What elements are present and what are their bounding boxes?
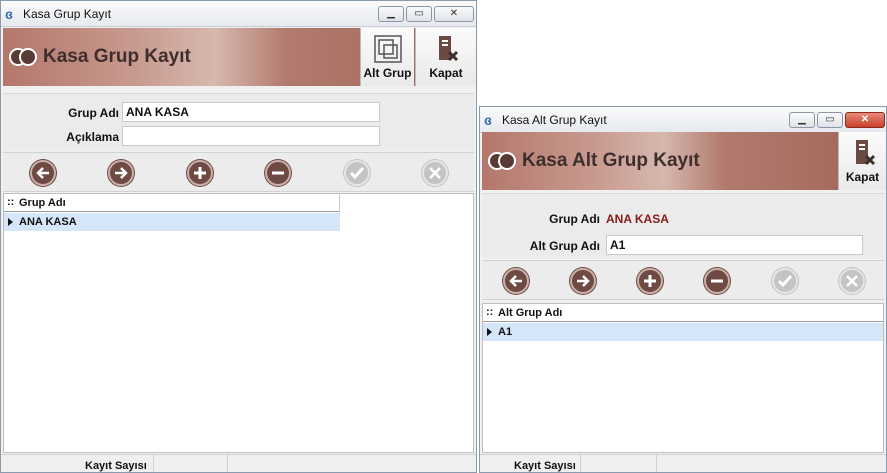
footer-cell: Kayıt Sayısı [1,455,154,472]
footer-count-cell [154,455,228,472]
table-row[interactable]: A1 [483,323,883,341]
close-icon[interactable]: ✕ [845,112,885,128]
alt-grup-adi-label: Alt Grup Adı [529,239,600,253]
aciklama-input[interactable] [122,126,380,146]
window-title: Kasa Alt Grup Kayıt [502,113,607,127]
grid-header[interactable]: :: Grup Adı [4,194,340,212]
kasa-alt-grup-kayit-window: ɞ Kasa Alt Grup Kayıt ▁ ▭ ✕ Kasa Alt Gru… [479,106,887,473]
exit-door-icon [439,36,459,62]
alt-grup-adi-column-header[interactable]: Alt Grup Adı [498,307,562,319]
row-pointer-icon [487,328,492,336]
window-title: Kasa Grup Kayıt [23,7,112,21]
header-banner: Kasa Grup Kayıt Alt Grup Kapat [3,28,476,86]
subgroup-icon [373,35,402,63]
table-row[interactable]: ANA KASA [4,213,340,231]
brand-logo-icon [488,152,518,170]
aciklama-label: Açıklama [66,130,119,144]
data-grid[interactable]: :: Alt Grup Adı A1 [482,303,884,453]
remove-icon[interactable] [704,268,730,294]
title-bar[interactable]: ɞ Kasa Grup Kayıt ▁ ▭ ✕ [1,1,476,27]
alt-grup-button[interactable]: Alt Grup [360,28,414,86]
grup-adi-label: Grup Adı [549,212,600,226]
grup-adi-label: Grup Adı [68,106,119,120]
maximize-icon[interactable]: ▭ [817,112,843,128]
kayit-sayisi-label: Kayıt Sayısı [85,460,147,472]
footer-count-cell [581,455,657,472]
add-icon[interactable] [187,160,213,186]
app-icon: ɞ [484,112,492,128]
remove-icon[interactable] [265,160,291,186]
next-arrow-icon[interactable] [108,160,134,186]
cancel-x-icon[interactable] [422,160,448,186]
grup-adi-column-header[interactable]: Grup Adı [19,197,66,209]
alt-grup-adi-input[interactable]: A1 [606,235,863,255]
footer-bar: Kayıt Sayısı [1,454,476,472]
footer-cell: Kayıt Sayısı [480,455,581,472]
kayit-sayisi-label: Kayıt Sayısı [514,460,576,472]
grup-adi-value: ANA KASA [606,212,669,226]
kapat-label: Kapat [429,66,463,80]
maximize-icon[interactable]: ▭ [406,6,432,22]
grid-header-dots: :: [486,306,494,318]
form-panel: Grup Adı ANA KASA Alt Grup Adı A1 [482,193,884,258]
exit-door-icon [855,140,875,166]
page-title: Kasa Grup Kayıt [43,46,191,67]
kapat-label: Kapat [845,170,880,184]
kasa-grup-kayit-window: ɞ Kasa Grup Kayıt ▁ ▭ ✕ Kasa Grup Kayıt … [0,0,477,473]
footer-bar: Kayıt Sayısı [480,454,886,472]
header-banner: Kasa Alt Grup Kayıt Kapat [482,132,886,190]
navigation-toolbar [3,152,474,192]
app-icon: ɞ [5,6,13,22]
close-icon[interactable]: ✕ [434,6,474,22]
minimize-icon[interactable]: ▁ [378,6,404,22]
prev-arrow-icon[interactable] [30,160,56,186]
cancel-x-icon[interactable] [839,268,865,294]
grup-adi-cell: ANA KASA [19,216,77,228]
grid-header-dots: :: [7,196,15,208]
row-pointer-icon [8,218,13,226]
prev-arrow-icon[interactable] [503,268,529,294]
navigation-toolbar [482,260,884,300]
kapat-button[interactable]: Kapat [838,132,886,190]
confirm-check-icon[interactable] [344,160,370,186]
grid-header[interactable]: :: Alt Grup Adı [483,304,883,322]
alt-grup-label: Alt Grup [363,66,412,80]
grup-adi-input[interactable]: ANA KASA [122,102,380,122]
page-title: Kasa Alt Grup Kayıt [522,150,700,171]
brand-logo-icon [9,48,39,66]
minimize-icon[interactable]: ▁ [789,112,815,128]
add-icon[interactable] [637,268,663,294]
title-bar[interactable]: ɞ Kasa Alt Grup Kayıt ▁ ▭ ✕ [480,107,886,133]
next-arrow-icon[interactable] [570,268,596,294]
data-grid[interactable]: :: Grup Adı ANA KASA [3,193,474,453]
confirm-check-icon[interactable] [772,268,798,294]
alt-grup-adi-cell: A1 [498,326,513,338]
kapat-button[interactable]: Kapat [415,28,476,86]
form-panel: Grup Adı ANA KASA Açıklama [3,93,474,151]
